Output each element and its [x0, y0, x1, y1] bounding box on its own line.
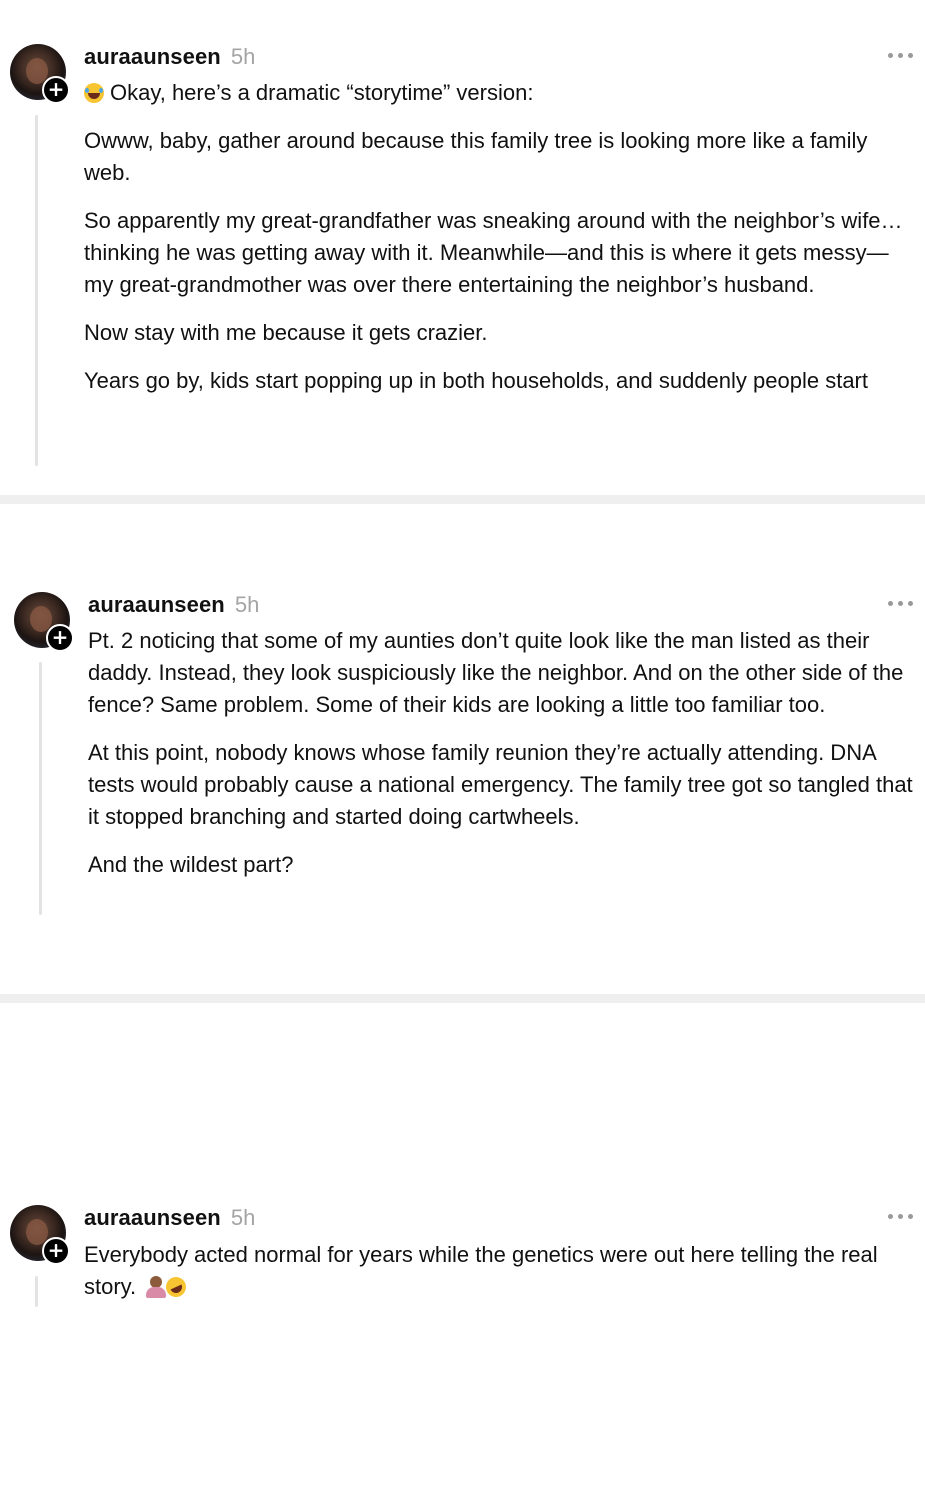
timestamp: 5h: [230, 44, 256, 69]
post-3: + auraaunseen 5h Everybody acted normal f…: [0, 1003, 925, 1500]
follow-plus-icon[interactable]: +: [42, 76, 70, 104]
follow-plus-icon[interactable]: +: [46, 624, 74, 652]
post-2: + auraaunseen 5h Pt. 2 noticing that some…: [0, 504, 925, 994]
face-with-tears-of-joy-icon: [84, 83, 104, 103]
paragraph: Years go by, kids start popping up in bo…: [84, 368, 868, 393]
post-header: auraaunseen 5h: [84, 1205, 256, 1231]
more-options-icon[interactable]: [888, 50, 913, 60]
post-divider: [0, 994, 925, 1003]
username[interactable]: auraaunseen: [88, 592, 225, 617]
paragraph: Pt. 2 noticing that some of my aunties d…: [88, 628, 904, 717]
thread-line: [39, 662, 42, 915]
paragraph-text: Everybody acted normal for years while t…: [84, 1242, 878, 1299]
username[interactable]: auraaunseen: [84, 1205, 221, 1230]
intro-line: Okay, here’s a dramatic “storytime” vers…: [84, 77, 915, 109]
more-options-icon[interactable]: [888, 1211, 913, 1221]
post-header: auraaunseen 5h: [84, 44, 256, 70]
post-body: Okay, here’s a dramatic “storytime” vers…: [84, 77, 915, 413]
timestamp: 5h: [234, 592, 260, 617]
more-options-icon[interactable]: [888, 598, 913, 608]
post-1: + auraaunseen 5h Okay, here’s a dramatic …: [0, 0, 925, 495]
paragraph: So apparently my great-grandfather was s…: [84, 208, 903, 297]
post-divider: [0, 495, 925, 504]
username[interactable]: auraaunseen: [84, 44, 221, 69]
post-header: auraaunseen 5h: [88, 592, 260, 618]
paragraph: At this point, nobody knows whose family…: [88, 740, 913, 829]
paragraph: Everybody acted normal for years while t…: [84, 1239, 915, 1303]
thread-line: [35, 1276, 38, 1307]
timestamp: 5h: [230, 1205, 256, 1230]
person-facepalming-icon: [146, 1276, 167, 1298]
paragraph: And the wildest part?: [88, 852, 294, 877]
thread-line: [35, 115, 38, 466]
paragraph: Owww, baby, gather around because this f…: [84, 128, 868, 185]
rolling-on-floor-laughing-icon: [162, 1273, 190, 1301]
intro-text: Okay, here’s a dramatic “storytime” vers…: [110, 80, 534, 105]
follow-plus-icon[interactable]: +: [42, 1237, 70, 1265]
post-body: Pt. 2 noticing that some of my aunties d…: [88, 625, 915, 897]
paragraph: Now stay with me because it gets crazier…: [84, 320, 488, 345]
post-body: Everybody acted normal for years while t…: [84, 1239, 915, 1319]
